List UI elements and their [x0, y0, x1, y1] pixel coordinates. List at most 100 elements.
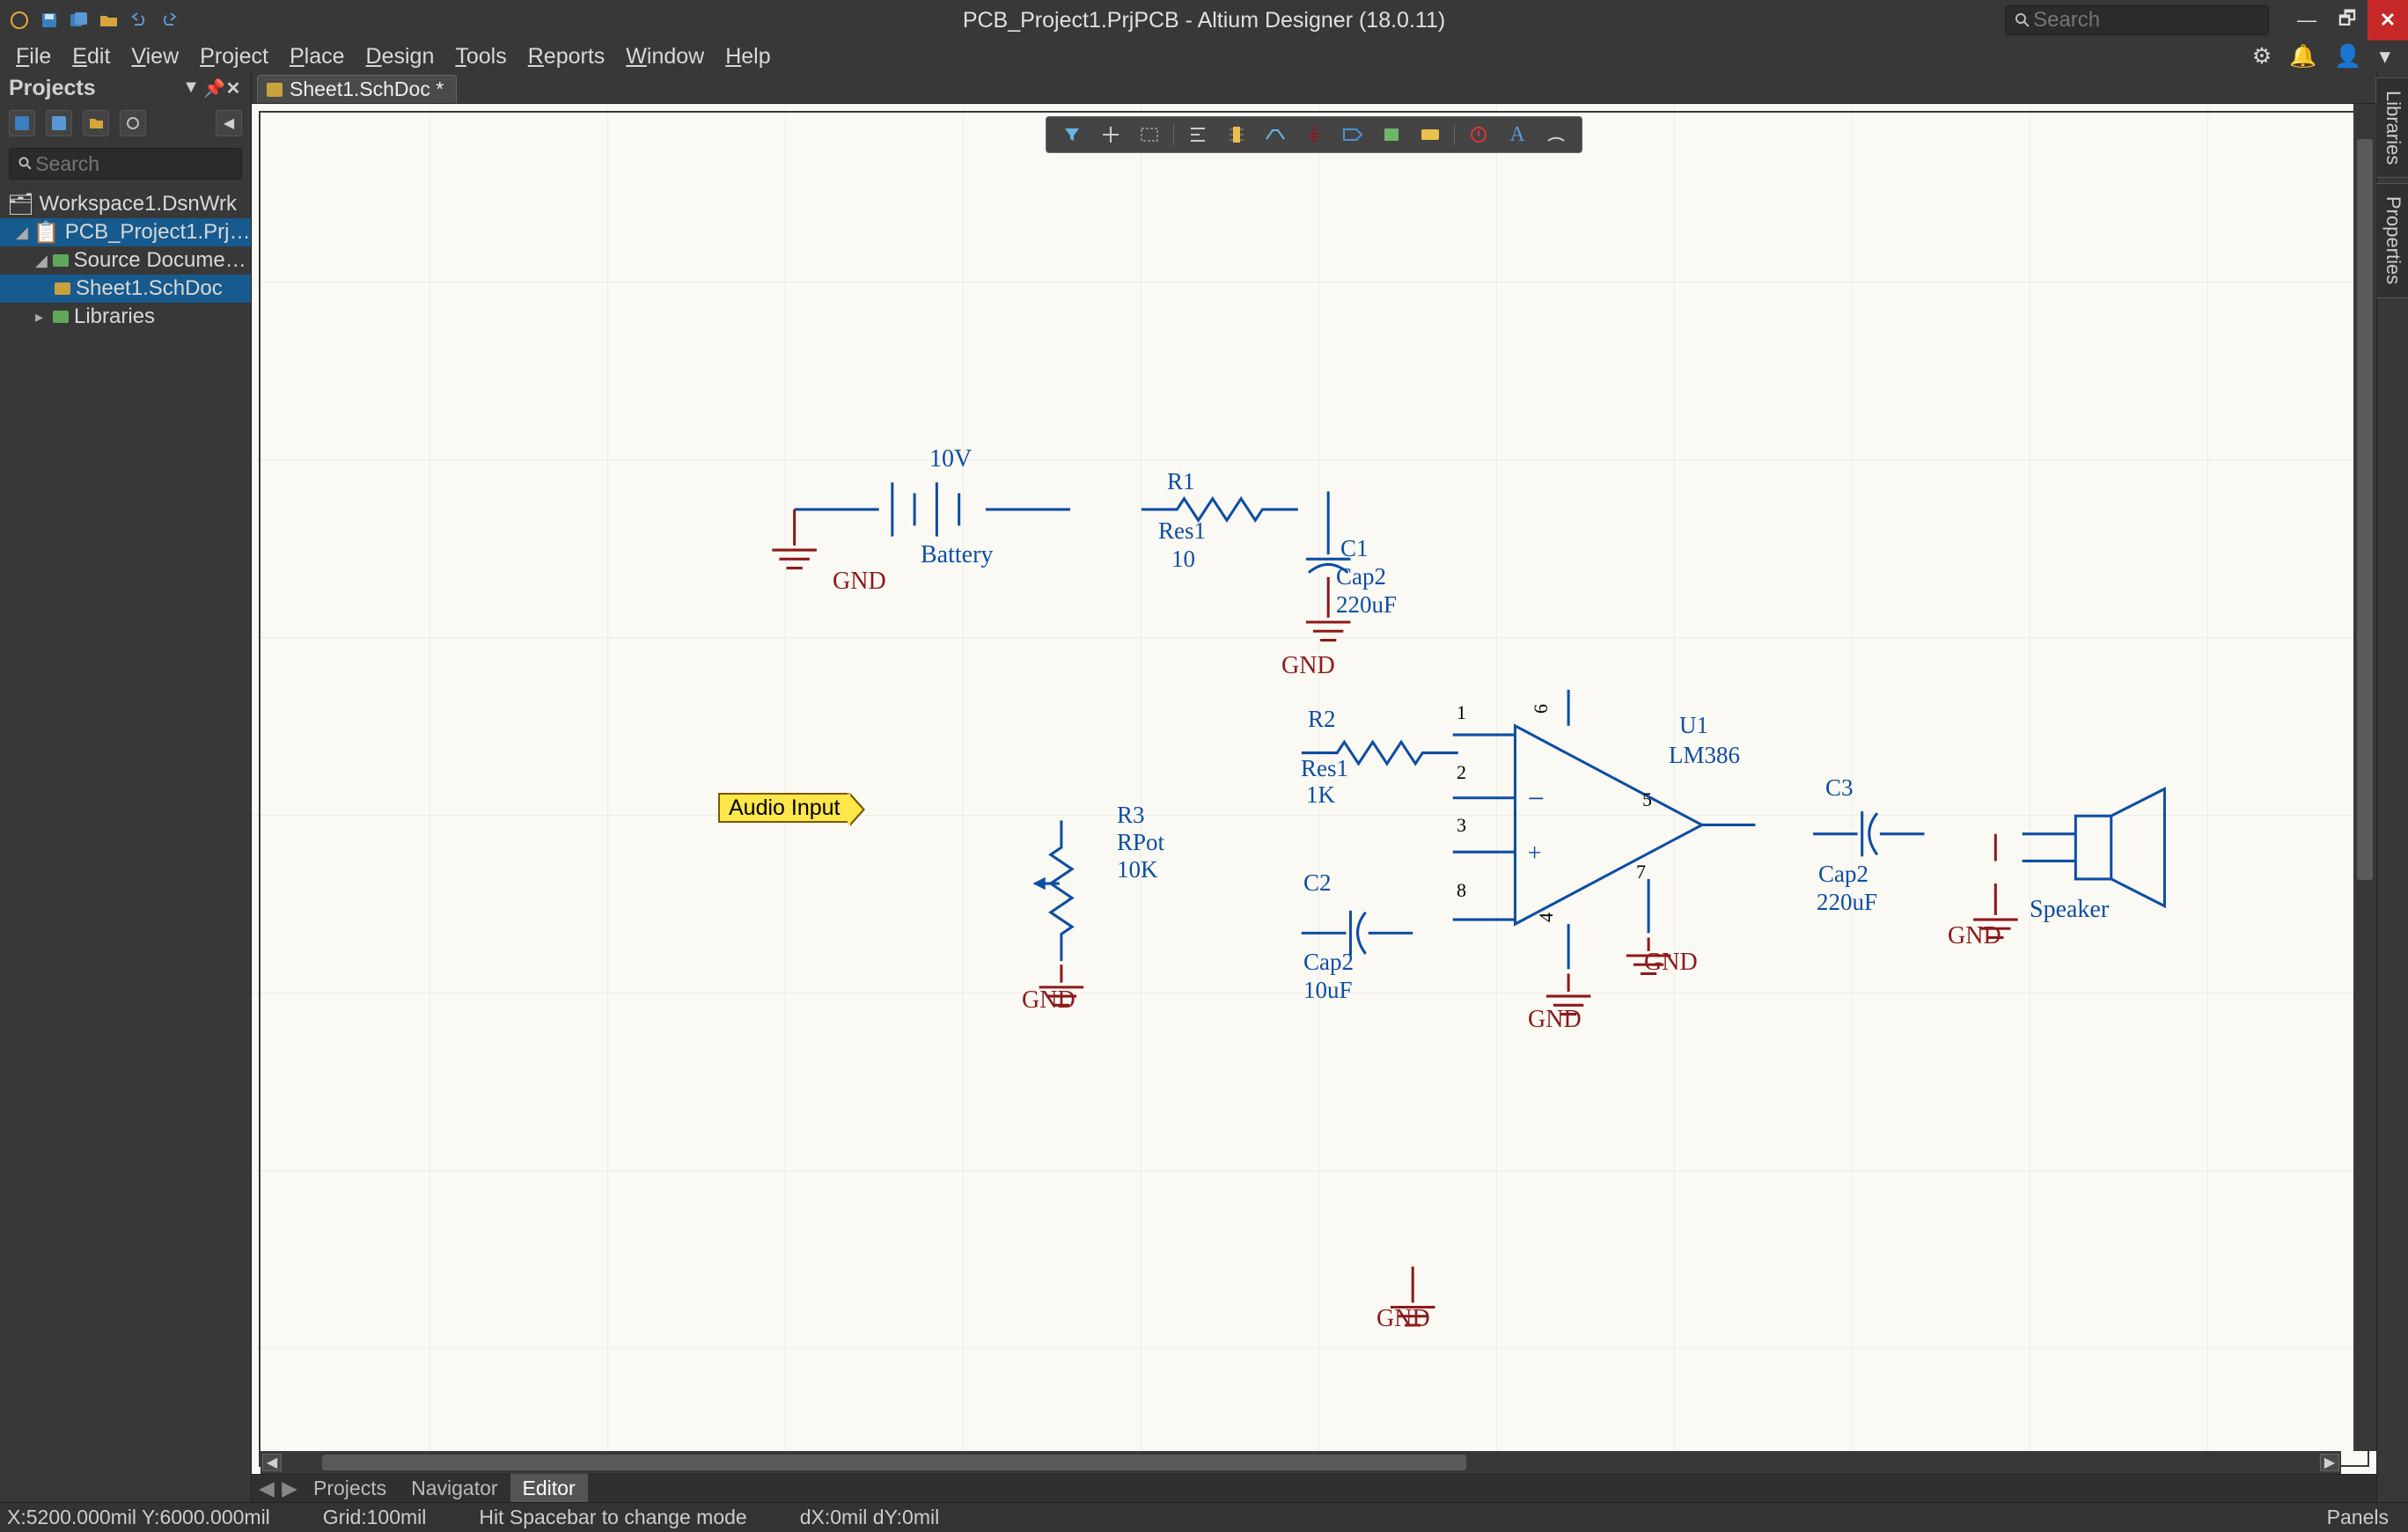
panels-button[interactable]: Panels — [2315, 1504, 2401, 1531]
tree-libraries[interactable]: ▸ Libraries — [0, 303, 251, 331]
place-directive-icon[interactable] — [1412, 121, 1449, 149]
menu-design[interactable]: Design — [356, 40, 445, 73]
no-erc-icon[interactable] — [1460, 121, 1497, 149]
tab-editor[interactable]: Editor — [510, 1473, 588, 1504]
menu-project[interactable]: Project — [189, 40, 279, 73]
panel-pin-icon[interactable]: 📌 — [203, 77, 221, 99]
status-coords: X:5200.000mil Y:6000.000mil — [7, 1506, 270, 1529]
tree-libraries-label: Libraries — [74, 304, 155, 329]
undo-icon[interactable] — [127, 8, 151, 33]
tree-source-docs-label: Source Documents — [74, 248, 251, 273]
notifications-icon[interactable]: 🔔 — [2289, 44, 2316, 70]
align-icon[interactable] — [1179, 121, 1216, 149]
global-search-input[interactable] — [2033, 8, 2259, 33]
tree-sheet-label: Sheet1.SchDoc — [76, 276, 223, 301]
save-icon[interactable] — [37, 8, 62, 33]
window-maximize-button[interactable]: 🗗 — [2327, 0, 2368, 40]
menu-file[interactable]: File — [5, 40, 62, 73]
place-port-icon[interactable] — [1334, 121, 1371, 149]
place-sheet-icon[interactable] — [1373, 121, 1410, 149]
main-menu: File Edit View Project Place Design Tool… — [0, 40, 2408, 72]
scroll-left-icon[interactable]: ◀ — [262, 1454, 282, 1471]
panel-tab-properties[interactable]: Properties — [2375, 183, 2408, 297]
menu-window[interactable]: Window — [615, 40, 715, 73]
status-bar: X:5200.000mil Y:6000.000mil Grid:100mil … — [0, 1502, 2408, 1532]
projects-search-input[interactable] — [35, 152, 232, 176]
menu-view[interactable]: View — [121, 40, 189, 73]
c3-comment: Cap2 — [1818, 861, 1868, 888]
gnd-label-speaker: GND — [1948, 922, 2001, 950]
c2-value: 10uF — [1303, 977, 1353, 1004]
c2-comment: Cap2 — [1303, 949, 1354, 976]
filter-icon[interactable] — [1054, 121, 1090, 149]
global-search[interactable] — [2005, 5, 2269, 35]
projects-panel-title-label: Projects — [9, 76, 96, 101]
editor-tab-bar: ◀ ▶ Projects Navigator Editor — [252, 1474, 2376, 1502]
c1-comment: Cap2 — [1336, 563, 1386, 590]
projects-settings-icon[interactable] — [120, 110, 146, 136]
user-dropdown-icon[interactable]: ▾ — [2379, 43, 2390, 70]
scroll-right-icon[interactable]: ▶ — [2320, 1454, 2339, 1471]
place-gnd-icon[interactable] — [1296, 121, 1332, 149]
window-minimize-button[interactable]: — — [2287, 0, 2327, 40]
gnd-label-u1-pin7: GND — [1644, 949, 1698, 977]
tree-sheet-doc[interactable]: Sheet1.SchDoc — [0, 275, 251, 303]
document-tab-sheet1[interactable]: Sheet1.SchDoc * — [257, 75, 457, 103]
c1-designator: C1 — [1340, 535, 1369, 562]
tree-workspace[interactable]: 🗂 Workspace1.DsnWrk — [0, 190, 251, 218]
scroll-thumb[interactable] — [2357, 139, 2373, 880]
twist-icon[interactable]: ◢ — [35, 252, 48, 270]
menu-help[interactable]: Help — [715, 40, 781, 73]
gnd-label-r3: GND — [1022, 986, 1076, 1015]
menu-place[interactable]: Place — [279, 40, 356, 73]
tree-project[interactable]: ◢ 📋 PCB_Project1.PrjPCB — [0, 218, 251, 246]
tab-navigator[interactable]: Navigator — [399, 1473, 510, 1504]
place-text-icon[interactable]: A — [1499, 121, 1536, 149]
pin-6: 6 — [1530, 704, 1553, 714]
projects-panel: Projects ▼ 📌 ✕ ◀ 🗂 Workspace1.DsnWrk — [0, 72, 252, 1502]
select-rect-icon[interactable] — [1131, 121, 1168, 149]
port-audio-input[interactable]: Audio Input — [718, 793, 849, 823]
settings-icon[interactable]: ⚙ — [2252, 43, 2272, 70]
projects-compile-icon[interactable] — [46, 110, 72, 136]
redo-icon[interactable] — [157, 8, 181, 33]
move-icon[interactable] — [1092, 121, 1129, 149]
folder-icon — [53, 311, 69, 323]
c3-value: 220uF — [1817, 889, 1877, 916]
tab-next-icon[interactable]: ▶ — [278, 1477, 301, 1500]
projects-toolbar: ◀ — [0, 104, 251, 143]
schematic-canvas[interactable]: A — [252, 104, 2376, 1474]
twist-icon[interactable]: ▸ — [35, 308, 48, 326]
save-all-icon[interactable] — [67, 8, 92, 33]
panel-tab-libraries[interactable]: Libraries — [2375, 77, 2408, 178]
menu-tools[interactable]: Tools — [444, 40, 517, 73]
c1-value: 220uF — [1336, 591, 1397, 619]
place-arc-icon[interactable] — [1538, 121, 1575, 149]
svg-text:−: − — [1528, 782, 1545, 816]
window-close-button[interactable]: ✕ — [2368, 0, 2408, 40]
schematic-sheet[interactable]: A — [252, 104, 2376, 1474]
place-wire-icon[interactable] — [1257, 121, 1294, 149]
tab-projects[interactable]: Projects — [301, 1473, 399, 1504]
menu-reports[interactable]: Reports — [518, 40, 616, 73]
menu-edit[interactable]: Edit — [62, 40, 121, 73]
vertical-scrollbar[interactable] — [2353, 104, 2376, 1451]
search-icon — [18, 157, 32, 171]
r2-designator: R2 — [1308, 706, 1336, 733]
schdoc-icon — [267, 83, 283, 97]
tab-prev-icon[interactable]: ◀ — [255, 1477, 278, 1500]
scroll-thumb[interactable] — [322, 1455, 1466, 1470]
horizontal-scrollbar[interactable]: ◀ ▶ — [261, 1451, 2341, 1474]
panel-close-icon[interactable]: ✕ — [224, 77, 242, 99]
panel-options-icon[interactable]: ▼ — [182, 77, 200, 99]
projects-save-icon[interactable] — [9, 110, 35, 136]
user-icon[interactable]: 👤 — [2334, 44, 2361, 70]
open-icon[interactable] — [97, 8, 121, 33]
projects-collapse-icon[interactable]: ◀ — [216, 110, 242, 136]
projects-add-icon[interactable] — [83, 110, 109, 136]
projects-search[interactable] — [9, 148, 242, 180]
tree-source-docs[interactable]: ◢ Source Documents — [0, 246, 251, 275]
twist-icon[interactable]: ◢ — [16, 224, 28, 242]
gnd-label-u1-pin4: GND — [1528, 1006, 1582, 1034]
place-component-icon[interactable] — [1218, 121, 1255, 149]
